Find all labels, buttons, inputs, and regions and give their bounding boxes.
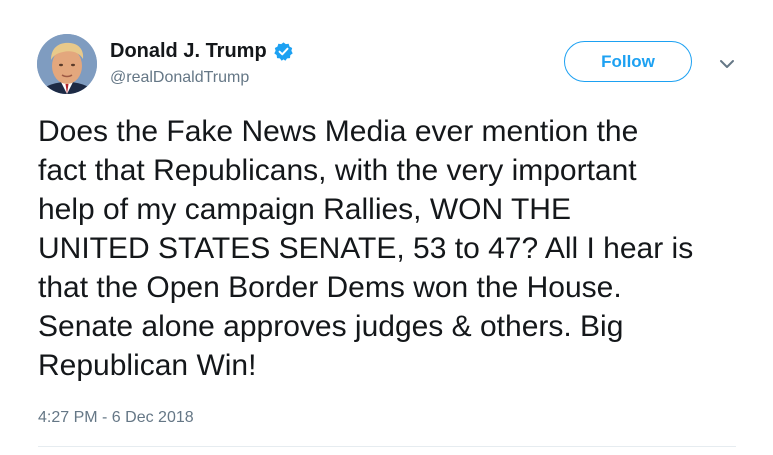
tweet-timestamp[interactable]: 4:27 PM - 6 Dec 2018 xyxy=(38,408,194,428)
author-display-name[interactable]: Donald J. Trump xyxy=(110,39,267,63)
tweet-text-line: Senate alone approves judges & others. B… xyxy=(38,310,624,343)
avatar[interactable] xyxy=(37,34,97,94)
follow-button[interactable]: Follow xyxy=(564,41,692,82)
tweet-text-line: help of my campaign Rallies, WON THE xyxy=(38,193,571,226)
tweet-text-line: Does the Fake News Media ever mention th… xyxy=(38,115,639,148)
author-name-row: Donald J. Trump xyxy=(110,39,294,63)
profile-photo xyxy=(37,34,97,94)
divider xyxy=(38,446,736,447)
tweet-text-line: UNITED STATES SENATE, 53 to 47? All I he… xyxy=(38,232,694,265)
tweet-card: Donald J. Trump @realDonaldTrump Follow … xyxy=(0,0,773,455)
chevron-down-icon[interactable] xyxy=(717,57,737,71)
tweet-text-line: that the Open Border Dems won the House. xyxy=(38,271,622,304)
author-handle[interactable]: @realDonaldTrump xyxy=(110,68,249,88)
tweet-text: Does the Fake News Media ever mention th… xyxy=(38,112,750,385)
tweet-text-line: fact that Republicans, with the very imp… xyxy=(38,154,637,187)
verified-badge-icon xyxy=(274,41,293,61)
tweet-text-line: Republican Win! xyxy=(38,349,257,382)
